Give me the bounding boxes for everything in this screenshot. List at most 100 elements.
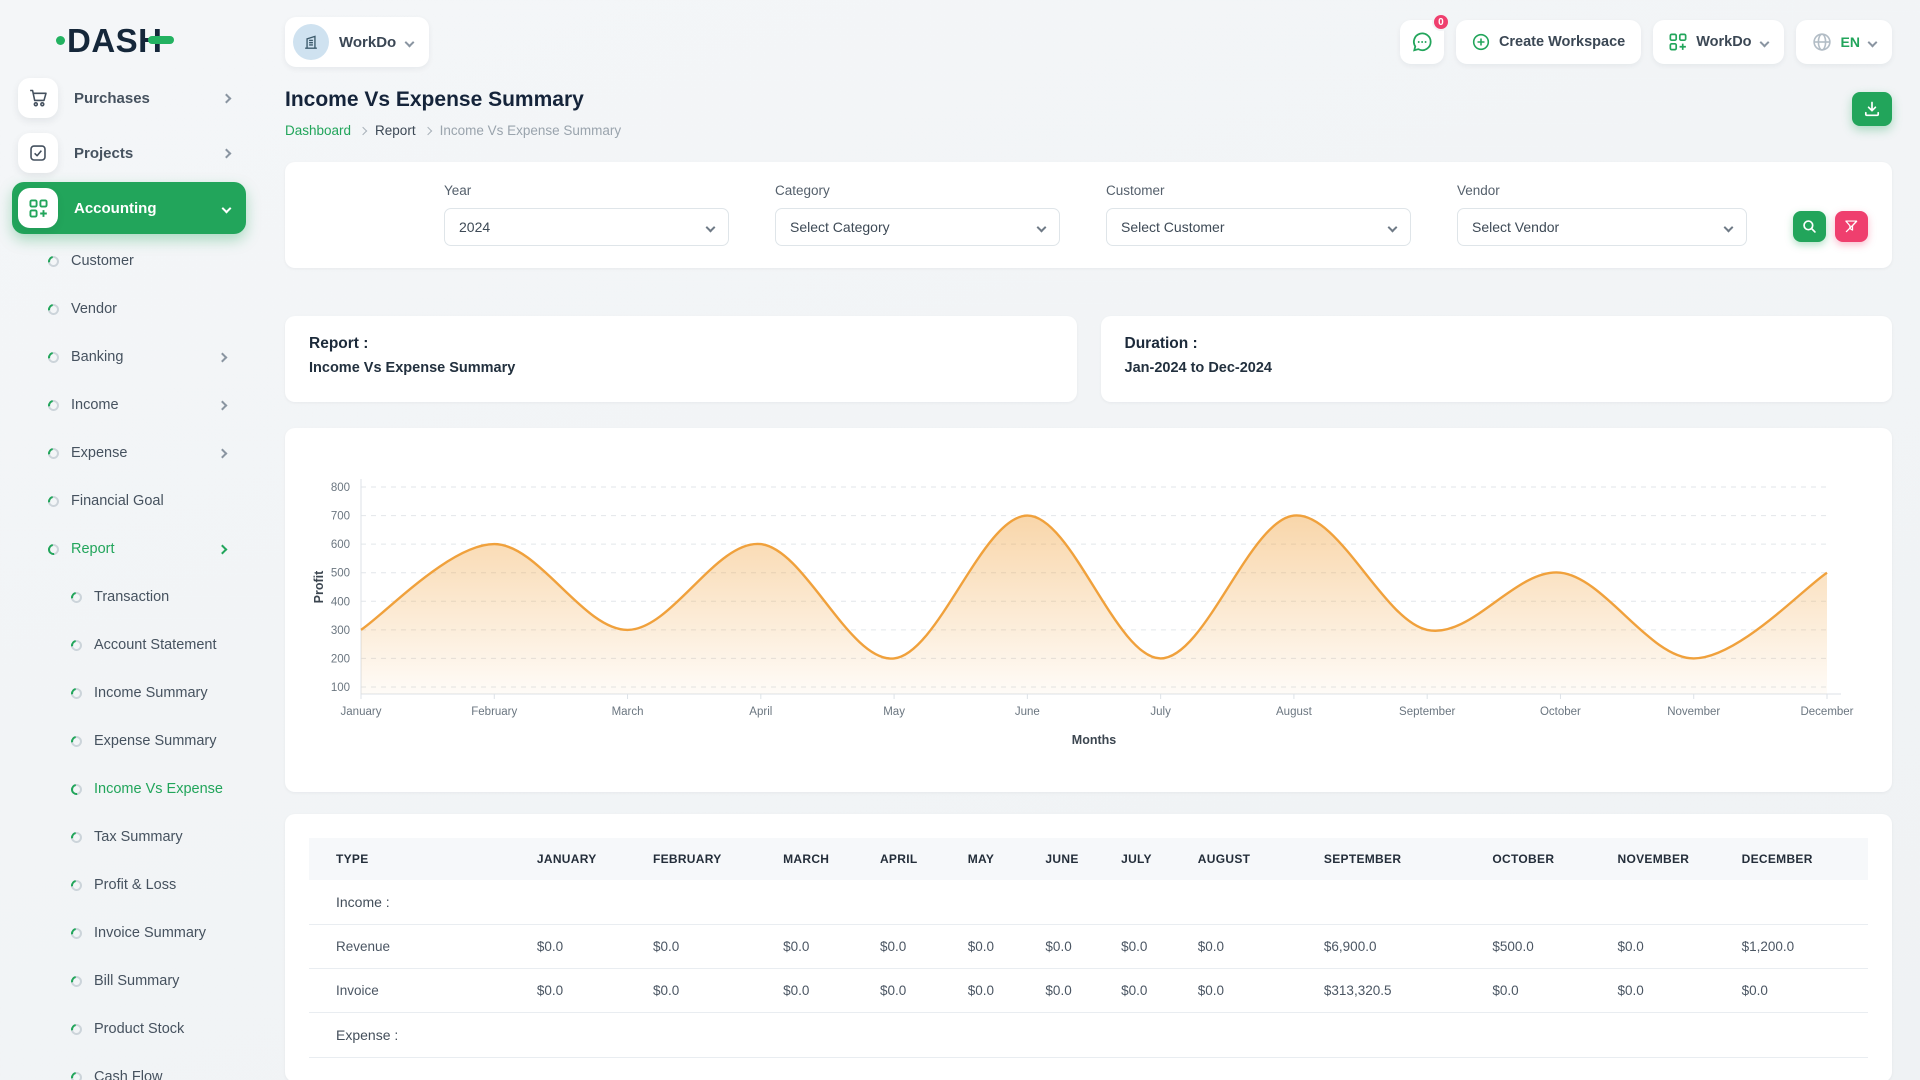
duration-card-title: Duration : — [1125, 335, 1869, 353]
chevron-down-icon — [222, 203, 232, 213]
sidebar-item-transaction[interactable]: Transaction — [12, 573, 246, 621]
apply-filter-button[interactable] — [1793, 211, 1826, 242]
sidebar-item-income-summary[interactable]: Income Summary — [12, 669, 246, 717]
svg-text:January: January — [341, 706, 382, 718]
sidebar-item-profit-loss[interactable]: Profit & Loss — [12, 861, 246, 909]
sidebar-item-purchases[interactable]: Purchases — [12, 72, 246, 124]
bullet-icon — [69, 1021, 84, 1036]
table-column-header-type: TYPE — [309, 838, 523, 880]
row-value: $0.0 — [1107, 925, 1184, 969]
row-value: $6,900.0 — [1310, 925, 1479, 969]
messages-button[interactable]: 0 — [1400, 20, 1444, 64]
sidebar-item-label: Report — [71, 541, 115, 557]
bullet-icon — [46, 493, 61, 508]
chevron-right-icon — [222, 148, 232, 158]
sidebar-item-bill-summary[interactable]: Bill Summary — [12, 957, 246, 1005]
breadcrumb-dashboard[interactable]: Dashboard — [285, 123, 351, 138]
svg-text:December: December — [1800, 706, 1853, 718]
sidebar-item-expense[interactable]: Expense — [12, 429, 246, 477]
chevron-down-icon — [1037, 222, 1047, 232]
logo-dash-icon — [148, 36, 174, 44]
row-value: $0.0 — [523, 925, 639, 969]
vendor-select[interactable]: Select Vendor — [1457, 208, 1747, 246]
bullet-icon — [69, 1069, 84, 1080]
sidebar-item-report[interactable]: Report — [12, 525, 246, 573]
row-value: $0.0 — [1031, 969, 1107, 1013]
grid-plus-icon — [1669, 33, 1687, 51]
chart-card: 100200300400500600700800JanuaryFebruaryM… — [285, 428, 1892, 792]
category-select[interactable]: Select Category — [775, 208, 1060, 246]
svg-text:100: 100 — [331, 682, 350, 694]
breadcrumb-separator-icon — [423, 127, 431, 135]
table-row-revenue: Revenue$0.0$0.0$0.0$0.0$0.0$0.0$0.0$0.0$… — [309, 925, 1868, 969]
language-selector[interactable]: EN — [1796, 20, 1892, 64]
sidebar-item-income-vs-expense[interactable]: Income Vs Expense — [12, 765, 246, 813]
table-column-header-june: JUNE — [1031, 838, 1107, 880]
filter-actions — [1793, 211, 1868, 242]
sidebar-item-income[interactable]: Income — [12, 381, 246, 429]
row-value: $0.0 — [1184, 925, 1310, 969]
bullet-icon — [69, 637, 84, 652]
create-workspace-button[interactable]: Create Workspace — [1456, 20, 1641, 64]
row-value: $0.0 — [639, 925, 769, 969]
table-section-label: Expense : — [309, 1013, 1868, 1058]
duration-card: Duration : Jan-2024 to Dec-2024 — [1101, 316, 1893, 402]
reset-filter-button[interactable] — [1835, 211, 1868, 242]
report-card-title: Report : — [309, 335, 1053, 353]
bullet-icon — [69, 733, 84, 748]
sidebar-item-banking[interactable]: Banking — [12, 333, 246, 381]
bullet-icon — [69, 925, 84, 940]
sidebar-item-account-statement[interactable]: Account Statement — [12, 621, 246, 669]
row-value: $0.0 — [1107, 969, 1184, 1013]
sidebar-item-projects[interactable]: Projects — [12, 127, 246, 179]
sidebar-item-expense-summary[interactable]: Expense Summary — [12, 717, 246, 765]
row-value: $0.0 — [866, 969, 954, 1013]
sidebar-item-label: Tax Summary — [94, 829, 183, 845]
filter-off-icon — [1844, 219, 1859, 234]
breadcrumb-report[interactable]: Report — [375, 123, 416, 138]
chevron-down-icon — [1759, 37, 1769, 47]
app-logo[interactable]: DASH — [56, 18, 246, 62]
table-column-header-march: MARCH — [769, 838, 866, 880]
sidebar-item-product-stock[interactable]: Product Stock — [12, 1005, 246, 1053]
row-value: $500.0 — [1478, 925, 1603, 969]
svg-text:February: February — [471, 706, 517, 718]
sidebar-item-accounting[interactable]: Accounting — [12, 182, 246, 234]
row-value: $1,200.0 — [1728, 925, 1868, 969]
workspace-avatar — [293, 24, 329, 60]
year-select[interactable]: 2024 — [444, 208, 729, 246]
sidebar-item-invoice-summary[interactable]: Invoice Summary — [12, 909, 246, 957]
sidebar-item-tax-summary[interactable]: Tax Summary — [12, 813, 246, 861]
svg-text:July: July — [1150, 706, 1171, 718]
workspace-name: WorkDo — [339, 34, 396, 51]
sidebar-item-vendor[interactable]: Vendor — [12, 285, 246, 333]
year-field: Year 2024 — [444, 183, 729, 246]
sidebar-item-cash-flow[interactable]: Cash Flow — [12, 1053, 246, 1080]
sidebar-item-label: Accounting — [74, 200, 157, 217]
report-card: Report : Income Vs Expense Summary — [285, 316, 1077, 402]
page-header: Income Vs Expense Summary Dashboard Repo… — [285, 88, 1892, 138]
table-column-header-january: JANUARY — [523, 838, 639, 880]
sidebar-item-label: Bill Summary — [94, 973, 179, 989]
sidebar-item-label: Invoice Summary — [94, 925, 206, 941]
globe-icon — [1812, 32, 1832, 52]
workspace-selector[interactable]: WorkDo — [285, 17, 429, 67]
bullet-icon — [69, 685, 84, 700]
sidebar-item-label: Income Vs Expense — [94, 781, 223, 797]
sidebar-item-financial-goal[interactable]: Financial Goal — [12, 477, 246, 525]
workspace-menu-button[interactable]: WorkDo — [1653, 20, 1783, 64]
language-label: EN — [1841, 34, 1860, 50]
bullet-icon — [46, 349, 61, 364]
bullet-icon — [46, 445, 61, 460]
customer-select[interactable]: Select Customer — [1106, 208, 1411, 246]
customer-select-value: Select Customer — [1121, 219, 1224, 235]
download-button[interactable] — [1852, 92, 1892, 126]
year-label: Year — [444, 183, 729, 198]
row-value: $0.0 — [1604, 925, 1728, 969]
row-value: $0.0 — [1184, 969, 1310, 1013]
category-select-value: Select Category — [790, 219, 890, 235]
vendor-select-value: Select Vendor — [1472, 219, 1559, 235]
sidebar-item-customer[interactable]: Customer — [12, 237, 246, 285]
sidebar-item-label: Product Stock — [94, 1021, 184, 1037]
svg-text:Months: Months — [1072, 733, 1116, 747]
